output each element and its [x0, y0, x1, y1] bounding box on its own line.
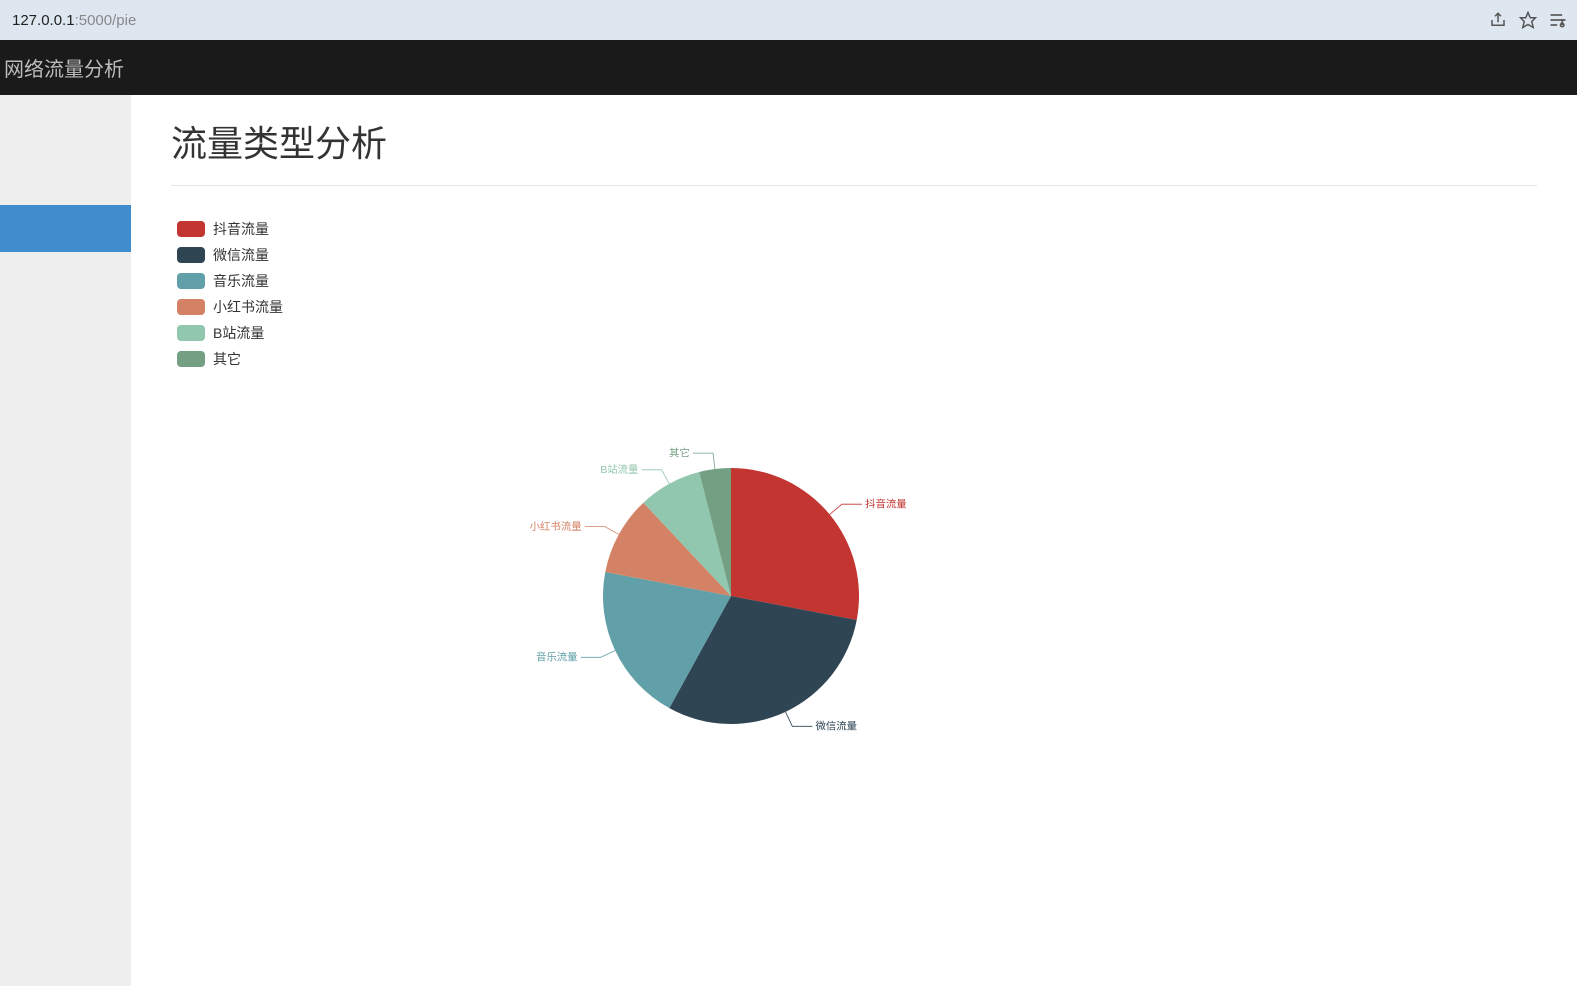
- sidebar: [0, 95, 131, 986]
- sidebar-active-item[interactable]: [0, 205, 131, 252]
- legend-label: 微信流量: [213, 245, 269, 265]
- url-host: 127.0.0.1: [12, 12, 75, 29]
- legend-label: 小红书流量: [213, 297, 283, 317]
- leader-line: [642, 470, 670, 484]
- legend-item[interactable]: 小红书流量: [177, 294, 283, 320]
- legend-label: 其它: [213, 349, 241, 369]
- legend-item[interactable]: B站流量: [177, 320, 283, 346]
- star-icon[interactable]: [1517, 9, 1539, 31]
- legend-item[interactable]: 抖音流量: [177, 216, 283, 242]
- legend-swatch: [177, 325, 205, 341]
- slice-label: 微信流量: [816, 719, 858, 732]
- url-path: :5000/pie: [75, 12, 137, 29]
- page-title: 流量类型分析: [171, 115, 1537, 167]
- divider: [171, 185, 1537, 186]
- app-title: 网络流量分析: [4, 53, 124, 82]
- legend-swatch: [177, 221, 205, 237]
- pie-chart[interactable]: 抖音流量微信流量音乐流量小红书流量B站流量其它: [571, 436, 891, 756]
- legend-swatch: [177, 247, 205, 263]
- url-display[interactable]: 127.0.0.1:5000/pie: [8, 12, 1479, 29]
- leader-line: [830, 504, 862, 514]
- legend-label: 抖音流量: [213, 219, 269, 239]
- leader-line: [785, 712, 812, 726]
- playlist-icon[interactable]: [1547, 9, 1569, 31]
- browser-address-bar: 127.0.0.1:5000/pie: [0, 0, 1577, 40]
- chart-area: 抖音流量 微信流量 音乐流量 小红书流量 B站流量: [171, 206, 1537, 826]
- legend-item[interactable]: 其它: [177, 346, 283, 372]
- legend-label: 音乐流量: [213, 271, 269, 291]
- slice-label: 抖音流量: [865, 497, 907, 510]
- leader-line: [581, 650, 615, 657]
- legend-item[interactable]: 音乐流量: [177, 268, 283, 294]
- legend-swatch: [177, 299, 205, 315]
- slice-label: 音乐流量: [536, 651, 578, 664]
- pie-slice[interactable]: [731, 468, 859, 620]
- app-header: 网络流量分析: [0, 40, 1577, 95]
- share-icon[interactable]: [1487, 9, 1509, 31]
- leader-line: [585, 527, 619, 535]
- legend-swatch: [177, 351, 205, 367]
- leader-line: [693, 453, 715, 469]
- main-content: 流量类型分析 抖音流量 微信流量 音乐流量 小红书流量: [131, 95, 1577, 986]
- slice-label: B站流量: [600, 463, 638, 476]
- legend-label: B站流量: [213, 323, 264, 343]
- legend-swatch: [177, 273, 205, 289]
- legend-item[interactable]: 微信流量: [177, 242, 283, 268]
- slice-label: 其它: [669, 446, 690, 459]
- chart-legend: 抖音流量 微信流量 音乐流量 小红书流量 B站流量: [177, 216, 283, 372]
- slice-label: 小红书流量: [530, 520, 582, 533]
